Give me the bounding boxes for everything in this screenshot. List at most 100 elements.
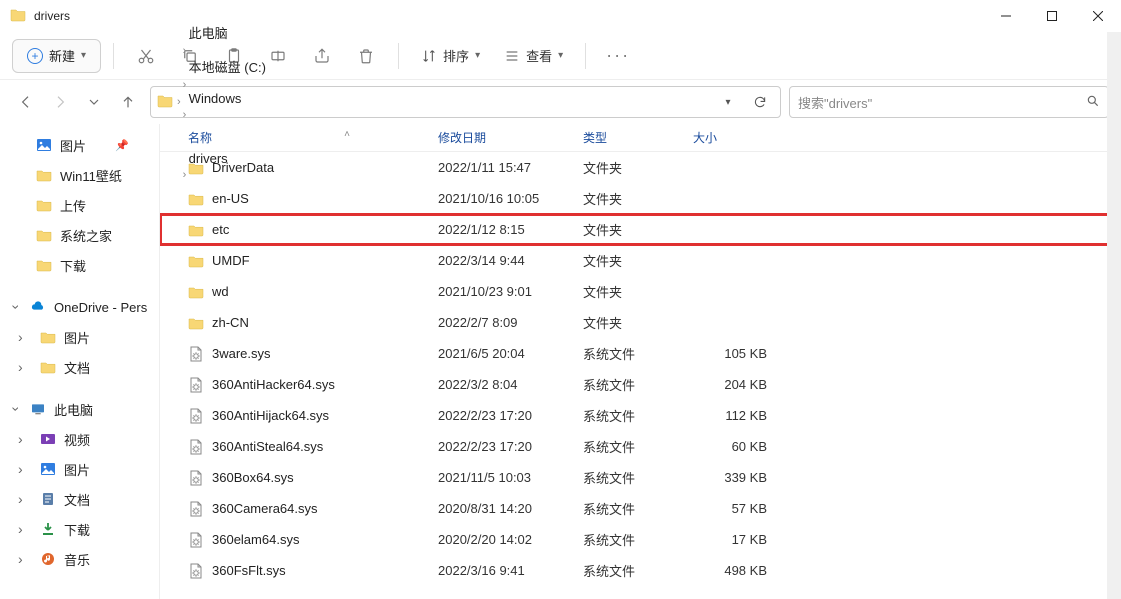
- back-button[interactable]: [12, 88, 40, 116]
- sidebar: 图片📌Win11壁纸上传系统之家下载 OneDrive - Pers 图片文档 …: [0, 124, 160, 599]
- column-size[interactable]: 大小: [685, 129, 775, 146]
- file-type: 文件夹: [575, 220, 685, 239]
- sidebar-item[interactable]: 系统之家: [0, 220, 159, 250]
- sidebar-item-label: 视频: [64, 430, 90, 449]
- folder-icon: [36, 167, 52, 183]
- sidebar-item[interactable]: 文档: [0, 352, 159, 382]
- file-name: etc: [212, 222, 229, 237]
- sidebar-item[interactable]: 上传: [0, 190, 159, 220]
- forward-button[interactable]: [46, 88, 74, 116]
- sidebar-item[interactable]: 下载: [0, 514, 159, 544]
- music-icon: [40, 551, 56, 567]
- search-icon: [1086, 94, 1100, 111]
- sidebar-item[interactable]: 音乐: [0, 544, 159, 574]
- folder-icon: [188, 160, 204, 176]
- sidebar-item[interactable]: 图片: [0, 322, 159, 352]
- file-icon: [188, 501, 204, 517]
- sidebar-item-label: 下载: [64, 520, 90, 539]
- delete-button[interactable]: [346, 36, 386, 76]
- column-type[interactable]: 类型: [575, 129, 685, 146]
- file-row[interactable]: wd2021/10/23 9:01文件夹: [160, 276, 1121, 307]
- up-button[interactable]: [114, 88, 142, 116]
- file-date: 2022/3/2 8:04: [430, 377, 575, 392]
- file-icon: [188, 408, 204, 424]
- sidebar-item-onedrive[interactable]: OneDrive - Pers: [0, 292, 159, 322]
- folder-icon: [36, 197, 52, 213]
- separator: [398, 43, 399, 69]
- column-date[interactable]: 修改日期: [430, 129, 575, 146]
- file-row[interactable]: 360Box64.sys2021/11/5 10:03系统文件339 KB: [160, 462, 1121, 493]
- file-row[interactable]: 360FsFlt.sys2022/3/16 9:41系统文件498 KB: [160, 555, 1121, 586]
- sidebar-item-label: Win11壁纸: [60, 166, 122, 185]
- file-row[interactable]: en-US2021/10/16 10:05文件夹: [160, 183, 1121, 214]
- file-icon: [188, 439, 204, 455]
- refresh-button[interactable]: [746, 88, 774, 116]
- file-name: 360Box64.sys: [212, 470, 294, 485]
- sidebar-item[interactable]: Win11壁纸: [0, 160, 159, 190]
- view-button[interactable]: 查看 ▾: [494, 39, 573, 73]
- file-name: 360elam64.sys: [212, 532, 299, 547]
- sidebar-item[interactable]: 下载: [0, 250, 159, 280]
- folder-icon: [188, 191, 204, 207]
- chevron-down-icon: ▾: [558, 50, 563, 61]
- sidebar-item-label: 系统之家: [60, 226, 112, 245]
- file-row[interactable]: zh-CN2022/2/7 8:09文件夹: [160, 307, 1121, 338]
- address-bar[interactable]: › 此电脑›本地磁盘 (C:)›Windows›System32›drivers…: [150, 86, 781, 118]
- file-name: wd: [212, 284, 229, 299]
- breadcrumb-item[interactable]: 本地磁盘 (C:): [183, 57, 272, 76]
- file-type: 系统文件: [575, 344, 685, 363]
- file-date: 2022/2/23 17:20: [430, 439, 575, 454]
- sort-button[interactable]: 排序 ▾: [411, 39, 490, 73]
- file-type: 系统文件: [575, 530, 685, 549]
- file-row[interactable]: 360AntiSteal64.sys2022/2/23 17:20系统文件60 …: [160, 431, 1121, 462]
- file-type: 文件夹: [575, 313, 685, 332]
- breadcrumb-item[interactable]: 此电脑: [183, 23, 272, 42]
- new-button[interactable]: + 新建 ▾: [12, 39, 101, 73]
- toolbar: + 新建 ▾ 排序 ▾ 查看 ▾ ···: [0, 32, 1121, 80]
- doc-icon: [40, 491, 56, 507]
- column-headers[interactable]: 名称 修改日期 类型 大小: [160, 124, 1121, 152]
- share-button[interactable]: [302, 36, 342, 76]
- recent-button[interactable]: [80, 88, 108, 116]
- file-date: 2021/6/5 20:04: [430, 346, 575, 361]
- file-name: DriverData: [212, 160, 274, 175]
- file-row[interactable]: 360Camera64.sys2020/8/31 14:20系统文件57 KB: [160, 493, 1121, 524]
- cut-button[interactable]: [126, 36, 166, 76]
- download-icon: [40, 521, 56, 537]
- file-row[interactable]: 360AntiHijack64.sys2022/2/23 17:20系统文件11…: [160, 400, 1121, 431]
- sidebar-item[interactable]: 文档: [0, 484, 159, 514]
- image-icon: [40, 461, 56, 477]
- file-row[interactable]: DriverData2022/1/11 15:47文件夹: [160, 152, 1121, 183]
- file-date: 2022/3/16 9:41: [430, 563, 575, 578]
- sidebar-item[interactable]: 图片: [0, 454, 159, 484]
- file-icon: [188, 377, 204, 393]
- sidebar-item-thispc[interactable]: 此电脑: [0, 394, 159, 424]
- minimize-button[interactable]: [983, 0, 1029, 32]
- folder-icon: [10, 7, 26, 26]
- breadcrumb-item[interactable]: Windows: [183, 91, 272, 106]
- search-input[interactable]: 搜索"drivers": [789, 86, 1109, 118]
- sidebar-item-label: OneDrive - Pers: [54, 300, 147, 315]
- view-label: 查看: [526, 46, 552, 65]
- more-button[interactable]: ···: [598, 36, 638, 76]
- close-button[interactable]: [1075, 0, 1121, 32]
- scrollbar[interactable]: [1107, 32, 1121, 599]
- file-row[interactable]: 360elam64.sys2020/2/20 14:02系统文件17 KB: [160, 524, 1121, 555]
- file-row[interactable]: 360AntiHacker64.sys2022/3/2 8:04系统文件204 …: [160, 369, 1121, 400]
- chevron-right-icon: ›: [177, 96, 181, 108]
- column-name[interactable]: 名称: [180, 129, 430, 146]
- file-row[interactable]: UMDF2022/3/14 9:44文件夹: [160, 245, 1121, 276]
- file-name: zh-CN: [212, 315, 249, 330]
- file-icon: [188, 563, 204, 579]
- maximize-button[interactable]: [1029, 0, 1075, 32]
- file-row[interactable]: 3ware.sys2021/6/5 20:04系统文件105 KB: [160, 338, 1121, 369]
- history-dropdown-button[interactable]: ▾: [714, 88, 742, 116]
- sidebar-item[interactable]: 图片📌: [0, 130, 159, 160]
- sidebar-item[interactable]: 视频: [0, 424, 159, 454]
- file-type: 文件夹: [575, 158, 685, 177]
- folder-icon: [40, 329, 56, 345]
- file-date: 2021/11/5 10:03: [430, 470, 575, 485]
- file-row[interactable]: etc2022/1/12 8:15文件夹: [160, 214, 1121, 245]
- sidebar-item-label: 图片: [60, 136, 86, 155]
- navbar: › 此电脑›本地磁盘 (C:)›Windows›System32›drivers…: [0, 80, 1121, 124]
